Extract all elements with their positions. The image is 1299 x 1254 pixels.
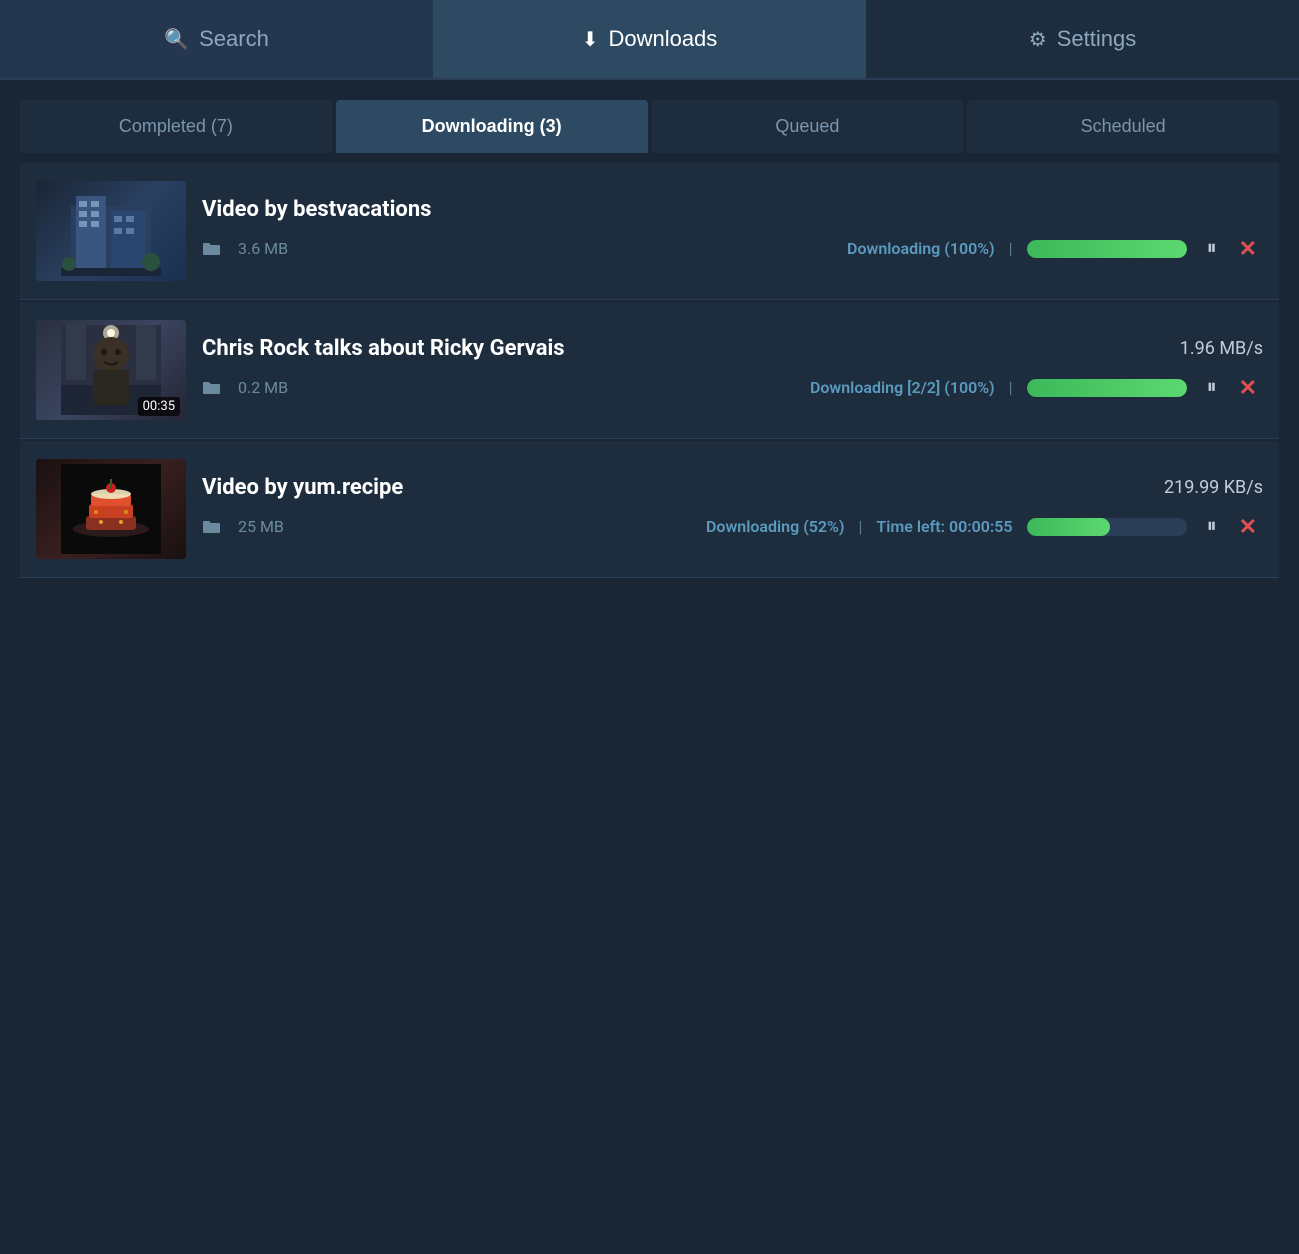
download-item: 00:35 Chris Rock talks about Ricky Gerva… <box>20 302 1279 439</box>
action-buttons: ⏸ ✕ <box>1201 371 1263 405</box>
action-buttons: ⏸ ✕ <box>1201 510 1263 544</box>
download-info: Video by yum.recipe 219.99 KB/s 25 MB Do… <box>202 475 1263 544</box>
tab-queued[interactable]: Queued <box>652 100 964 153</box>
progress-fill <box>1027 240 1187 258</box>
file-size: 25 MB <box>238 517 284 536</box>
folder-icon <box>202 519 220 534</box>
status-text: Downloading (100%) <box>847 239 995 258</box>
nav-search[interactable]: 🔍 Search <box>0 0 433 78</box>
nav-settings[interactable]: ⚙ Settings <box>866 0 1299 78</box>
cancel-icon: ✕ <box>1239 375 1257 401</box>
cancel-icon: ✕ <box>1239 514 1257 540</box>
tab-downloading[interactable]: Downloading (3) <box>336 100 648 153</box>
pause-button[interactable]: ⏸ <box>1201 233 1223 264</box>
thumbnail-duration: 00:35 <box>138 397 180 416</box>
top-navigation: 🔍 Search ⬇ Downloads ⚙ Settings <box>0 0 1299 80</box>
nav-downloads[interactable]: ⬇ Downloads <box>433 0 866 78</box>
cancel-button[interactable]: ✕ <box>1233 232 1263 266</box>
cancel-icon: ✕ <box>1239 236 1257 262</box>
download-icon: ⬇ <box>582 27 599 52</box>
sub-tabs: Completed (7) Downloading (3) Queued Sch… <box>0 80 1299 153</box>
tab-scheduled[interactable]: Scheduled <box>967 100 1279 153</box>
progress-bar <box>1027 379 1187 397</box>
downloads-list: Video by bestvacations 3.6 MB Downloadin… <box>0 153 1299 600</box>
download-item: Video by bestvacations 3.6 MB Downloadin… <box>20 163 1279 300</box>
download-title: Video by bestvacations <box>202 197 431 222</box>
cancel-button[interactable]: ✕ <box>1233 510 1263 544</box>
thumbnail <box>36 459 186 559</box>
folder-icon <box>202 241 220 256</box>
folder-icon <box>202 380 220 395</box>
file-size: 3.6 MB <box>238 239 288 258</box>
nav-search-label: Search <box>199 26 269 52</box>
pause-button[interactable]: ⏸ <box>1201 372 1223 403</box>
thumbnail: 00:35 <box>36 320 186 420</box>
download-info: Video by bestvacations 3.6 MB Downloadin… <box>202 197 1263 266</box>
download-speed: 1.96 MB/s <box>1180 338 1263 359</box>
pause-button[interactable]: ⏸ <box>1201 511 1223 542</box>
status-text: Downloading (52%) <box>706 517 844 536</box>
download-title: Chris Rock talks about Ricky Gervais <box>202 336 565 361</box>
progress-fill <box>1027 379 1187 397</box>
settings-icon: ⚙ <box>1029 27 1047 52</box>
pause-icon: ⏸ <box>1207 515 1217 538</box>
progress-bar <box>1027 518 1187 536</box>
download-title: Video by yum.recipe <box>202 475 403 500</box>
progress-bar <box>1027 240 1187 258</box>
time-left: Time left: 00:00:55 <box>876 517 1012 536</box>
food-thumbnail-image <box>61 464 161 554</box>
tab-completed[interactable]: Completed (7) <box>20 100 332 153</box>
thumbnail <box>36 181 186 281</box>
status-text: Downloading [2/2] (100%) <box>810 378 995 397</box>
download-speed: 219.99 KB/s <box>1164 477 1263 498</box>
progress-fill <box>1027 518 1110 536</box>
action-buttons: ⏸ ✕ <box>1201 232 1263 266</box>
cancel-button[interactable]: ✕ <box>1233 371 1263 405</box>
nav-downloads-label: Downloads <box>608 26 717 52</box>
download-item: Video by yum.recipe 219.99 KB/s 25 MB Do… <box>20 441 1279 578</box>
pause-icon: ⏸ <box>1207 237 1217 260</box>
pause-icon: ⏸ <box>1207 376 1217 399</box>
download-info: Chris Rock talks about Ricky Gervais 1.9… <box>202 336 1263 405</box>
search-icon: 🔍 <box>164 27 189 52</box>
building-thumbnail-image <box>61 186 161 276</box>
nav-settings-label: Settings <box>1057 26 1137 52</box>
file-size: 0.2 MB <box>238 378 288 397</box>
